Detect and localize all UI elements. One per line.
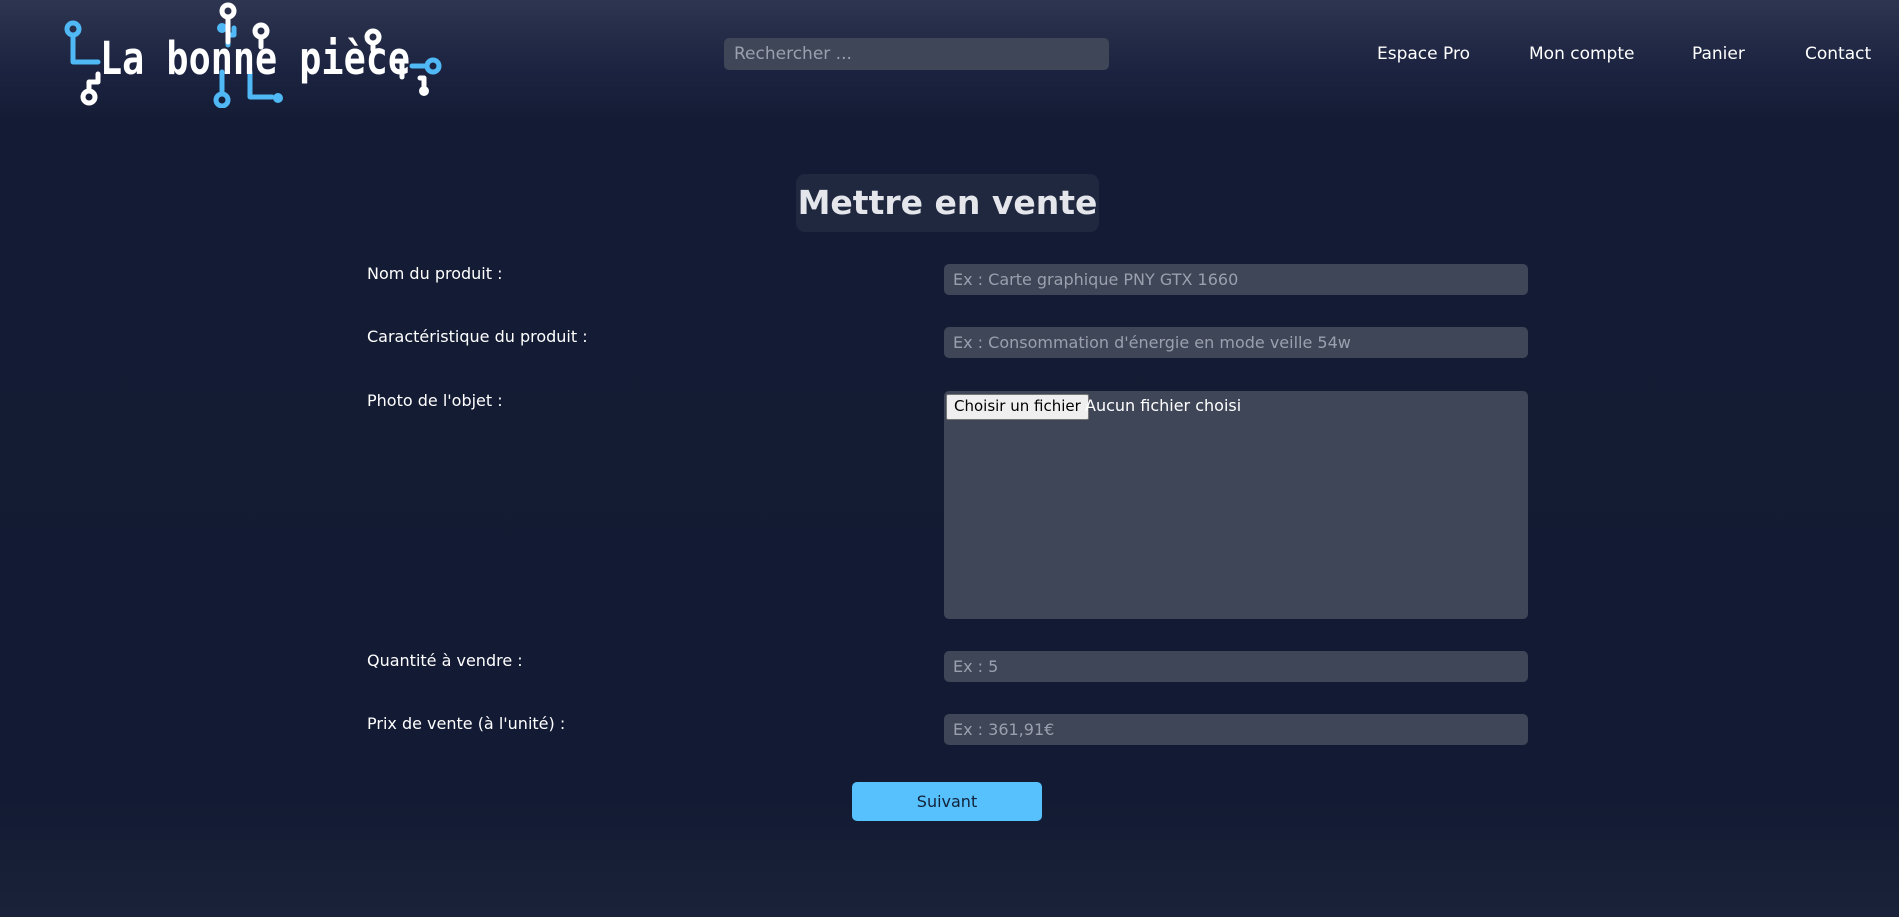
- choose-file-button[interactable]: Choisir un fichier: [946, 394, 1089, 420]
- nav-panier[interactable]: Panier: [1692, 44, 1745, 64]
- logo-wordmark: La bonne pièce: [100, 32, 410, 85]
- product-characteristic-input[interactable]: [944, 327, 1528, 358]
- price-input[interactable]: [944, 714, 1528, 745]
- photo-upload-area[interactable]: Choisir un fichier Aucun fichier choisi: [944, 391, 1528, 619]
- label-quantity: Quantité à vendre :: [367, 651, 523, 670]
- product-name-input[interactable]: [944, 264, 1528, 295]
- file-status-text: Aucun fichier choisi: [1085, 396, 1242, 415]
- label-product-name: Nom du produit :: [367, 264, 503, 283]
- nav-contact[interactable]: Contact: [1805, 44, 1871, 64]
- label-price: Prix de vente (à l'unité) :: [367, 714, 566, 733]
- label-product-characteristic: Caractéristique du produit :: [367, 327, 588, 346]
- page-title: Mettre en vente: [796, 174, 1099, 232]
- search-input[interactable]: [724, 38, 1109, 70]
- nav-mon-compte[interactable]: Mon compte: [1529, 44, 1634, 64]
- nav-espace-pro[interactable]: Espace Pro: [1377, 44, 1470, 64]
- next-button[interactable]: Suivant: [852, 782, 1042, 821]
- quantity-input[interactable]: [944, 651, 1528, 682]
- page: La bonne pièce Espace Pro Mon compte Pan…: [0, 0, 1899, 917]
- label-product-photo: Photo de l'objet :: [367, 391, 503, 410]
- site-logo[interactable]: La bonne pièce: [62, 2, 446, 109]
